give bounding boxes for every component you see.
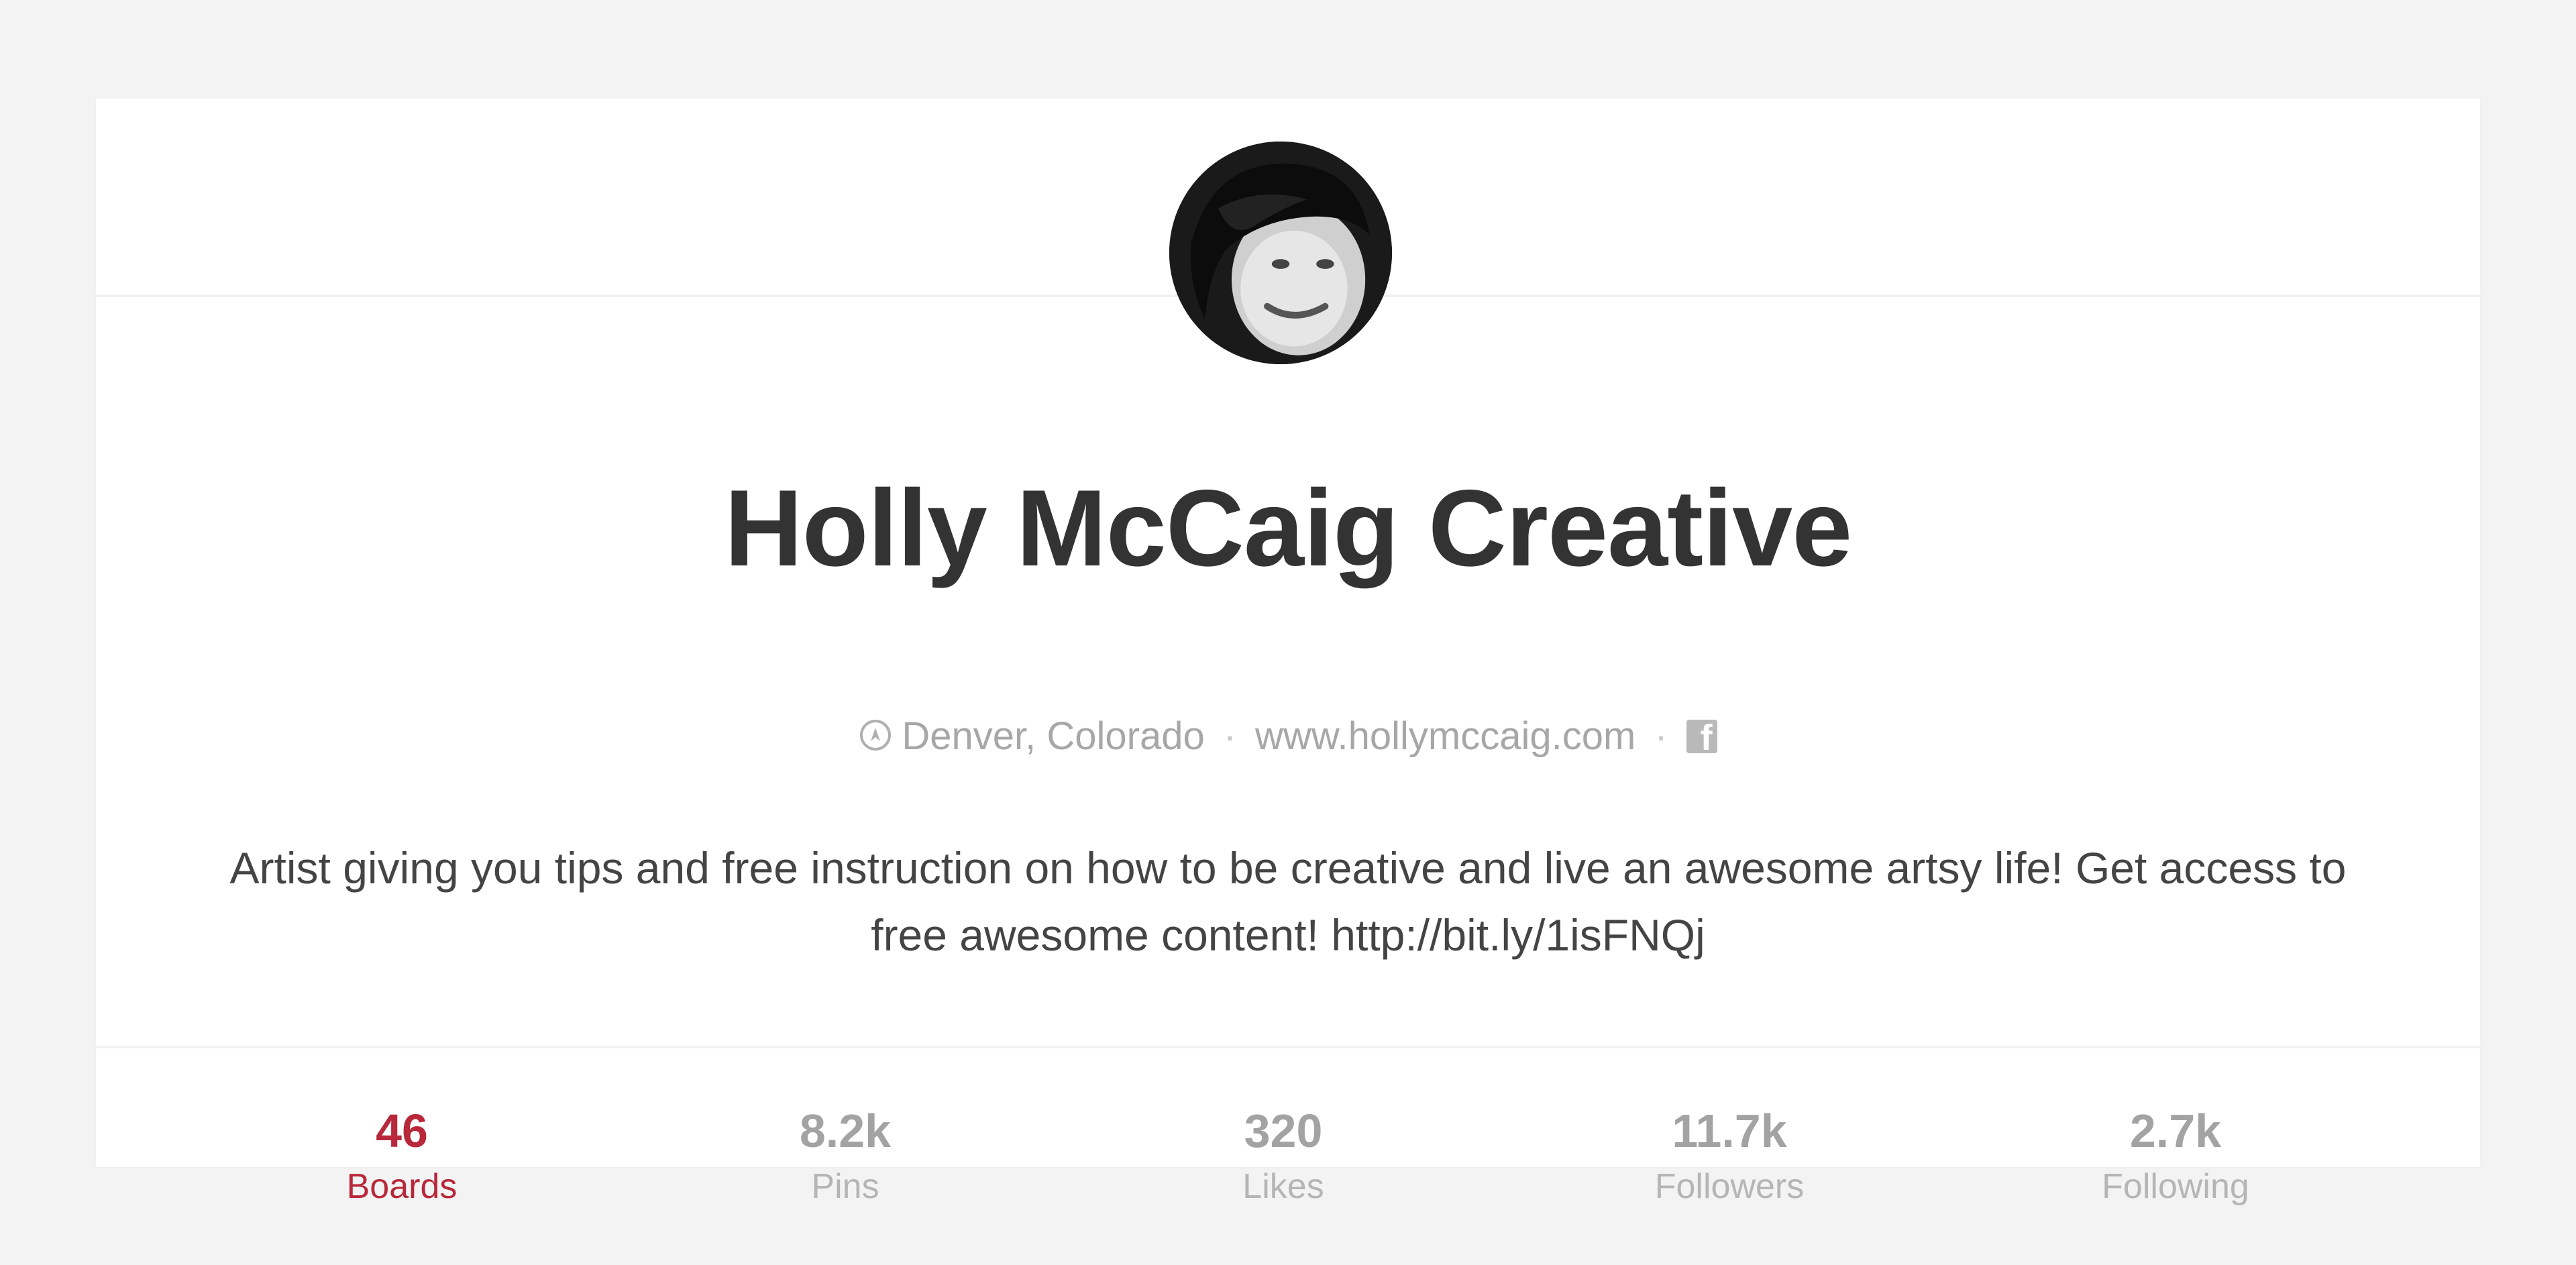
avatar-image <box>1169 142 1392 364</box>
stat-count: 11.7k <box>1672 1105 1787 1157</box>
location-icon <box>860 720 892 751</box>
profile-name: Holly McCaig Creative <box>724 468 1853 589</box>
stat-count: 46 <box>376 1105 428 1157</box>
stat-count: 320 <box>1244 1105 1323 1157</box>
profile-meta: Denver, Colorado · www.hollymccaig.com ·… <box>96 717 2480 756</box>
profile-bio: Artist giving you tips and free instruct… <box>229 843 2347 960</box>
location-text: Denver, Colorado <box>902 714 1205 758</box>
avatar[interactable] <box>1169 142 1392 364</box>
stat-boards[interactable]: 46 Boards <box>234 1048 570 1204</box>
meta-separator: · <box>1654 714 1668 758</box>
stat-label: Likes <box>1242 1167 1324 1206</box>
stat-likes[interactable]: 320 Likes <box>1116 1048 1451 1204</box>
stats-bar: 46 Boards 8.2k Pins 320 Likes 11.7k Foll… <box>96 1048 2480 1204</box>
stat-label: Boards <box>346 1167 458 1206</box>
profile-card: Holly McCaig Creative Denver, Colorado ·… <box>96 99 2480 1204</box>
meta-separator: · <box>1223 714 1237 758</box>
website-link[interactable]: www.hollymccaig.com <box>1255 717 1635 756</box>
stat-count: 8.2k <box>799 1105 892 1157</box>
facebook-icon[interactable]: f <box>1686 720 1717 756</box>
stat-label: Following <box>2102 1167 2249 1206</box>
stat-followers[interactable]: 11.7k Followers <box>1562 1048 1897 1204</box>
stat-following[interactable]: 2.7k Following <box>2008 1048 2343 1204</box>
stat-label: Pins <box>811 1167 879 1206</box>
stat-label: Followers <box>1654 1167 1805 1206</box>
stat-pins[interactable]: 8.2k Pins <box>678 1048 1013 1204</box>
stat-count: 2.7k <box>2129 1105 2222 1157</box>
